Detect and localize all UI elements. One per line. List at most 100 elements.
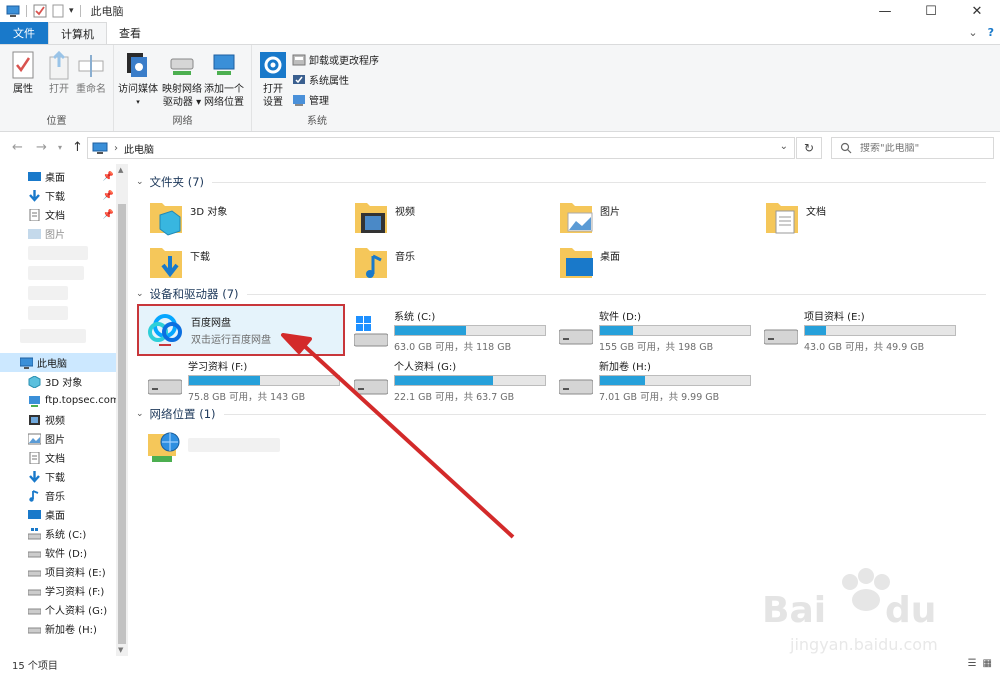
maximize-button[interactable]: ☐ [908,0,954,22]
nav-item-downloads-pc[interactable]: 下载 [0,467,116,486]
add-network-location-button[interactable]: 添加一个 网络位置 [204,49,244,109]
folder-pictures[interactable]: 图片 [558,197,620,237]
nav-item-desktop-pc[interactable]: 桌面 [0,505,116,524]
tab-file[interactable]: 文件 [0,22,48,44]
drive-f[interactable]: 学习资料 (F:) 75.8 GB 可用，共 143 GB [148,358,348,403]
nav-item-pictures[interactable]: 图片 [0,224,116,243]
breadcrumb-item[interactable]: 此电脑 [124,141,154,156]
drive-d[interactable]: 软件 (D:) 155 GB 可用，共 198 GB [559,308,759,353]
help-icon[interactable]: ? [988,26,994,39]
breadcrumb-separator-icon[interactable]: › [114,143,118,154]
refresh-button[interactable]: ↻ [796,137,822,159]
chevron-down-icon[interactable]: ⌄ [136,177,144,187]
nav-item-3d-objects[interactable]: 3D 对象 [0,372,116,391]
drive-name: 新加卷 (H:) [599,362,651,373]
drive-e[interactable]: 项目资料 (E:) 43.0 GB 可用，共 49.9 GB [764,308,964,353]
nav-item-pictures-pc[interactable]: 图片 [0,429,116,448]
folder-music[interactable]: 音乐 [353,242,415,282]
divider [212,181,986,183]
forward-arrow-icon[interactable]: → [36,140,47,155]
drive-g[interactable]: 个人资料 (G:) 22.1 GB 可用，共 63.7 GB [354,358,554,403]
drive-usage-bar [599,375,751,386]
folder-videos[interactable]: 视频 [353,197,415,237]
chevron-down-icon[interactable]: ⌄ [136,409,144,419]
folder-3d-objects[interactable]: 3D 对象 [148,197,227,237]
manage-button[interactable]: 管理 [292,92,329,107]
nav-item-drive-d[interactable]: 软件 (D:) [0,543,116,562]
drive-free-space: 155 GB 可用，共 198 GB [599,342,714,353]
tab-computer[interactable]: 计算机 [48,22,107,44]
section-network-header[interactable]: ⌄ 网络位置 (1) [136,405,986,423]
drive-h[interactable]: 新加卷 (H:) 7.01 GB 可用，共 9.99 GB [559,358,759,403]
blurred-item [28,266,84,280]
baidu-netdisk-item[interactable]: 百度网盘 双击运行百度网盘 [137,304,345,356]
address-bar[interactable]: › 此电脑 ⌄ [87,137,795,159]
nav-item-drive-h[interactable]: 新加卷 (H:) [0,619,116,638]
tab-view[interactable]: 查看 [107,22,153,44]
nav-item-this-pc[interactable]: 此电脑 [0,353,116,372]
blurred-item [28,246,88,260]
computer-icon[interactable] [6,4,20,18]
section-folders-header[interactable]: ⌄ 文件夹 (7) [136,173,986,191]
pin-icon[interactable]: 📌 [103,172,114,182]
chevron-down-icon[interactable]: ⌄ [136,289,144,299]
nav-item-ftp[interactable]: ftp.topsec.com [0,391,120,410]
ribbon-group-location: 属性 打开 重命名 位置 [0,45,114,131]
nav-item-downloads[interactable]: 下载 📌 [0,186,116,205]
nav-item-drive-g[interactable]: 个人资料 (G:) [0,600,116,619]
drive-usage-fill [395,376,493,385]
drive-free-space: 7.01 GB 可用，共 9.99 GB [599,392,720,403]
minimize-button[interactable]: — [862,0,908,22]
address-dropdown-icon[interactable]: ⌄ [780,141,788,152]
pin-icon[interactable]: 📌 [103,191,114,201]
uninstall-program-button[interactable]: 卸载或更改程序 [292,52,379,67]
search-input[interactable] [860,142,980,154]
drive-free-space: 63.0 GB 可用，共 118 GB [394,342,512,353]
close-button[interactable]: ✕ [954,0,1000,22]
properties-button[interactable]: 属性 [8,49,38,96]
folder-desktop[interactable]: 桌面 [558,242,620,282]
ribbon-right-controls: ⌄ ? [968,26,994,39]
folder-downloads[interactable]: 下载 [148,242,210,282]
section-devices-header[interactable]: ⌄ 设备和驱动器 (7) [136,285,986,303]
nav-pane-scrollbar[interactable]: ▲ ▼ [116,164,128,656]
pin-icon[interactable]: 📌 [103,210,114,220]
nav-item-desktop[interactable]: 桌面 📌 [0,167,116,186]
group-label: 位置 [46,116,67,127]
customize-toolbar-icon[interactable]: ▾ [69,6,74,16]
rename-button[interactable]: 重命名 [76,49,106,96]
up-arrow-icon[interactable]: ↑ [72,140,83,155]
properties-icon[interactable] [33,4,47,18]
scroll-up-icon[interactable]: ▲ [118,166,123,174]
group-label: 网络 [172,116,193,127]
drive-c[interactable]: 系统 (C:) 63.0 GB 可用，共 118 GB [354,308,554,353]
expand-ribbon-icon[interactable]: ⌄ [968,26,977,39]
open-button[interactable]: 打开 [44,49,74,96]
system-properties-button[interactable]: 系统属性 [292,72,349,87]
videos-icon [29,414,40,425]
drive-free-space: 43.0 GB 可用，共 49.9 GB [804,342,925,353]
settings-gear-icon [260,52,286,78]
nav-item-music[interactable]: 音乐 [0,486,116,505]
nav-item-drive-c[interactable]: 系统 (C:) [0,524,116,543]
network-location-item[interactable] [146,428,280,468]
folder-documents[interactable]: 文档 [764,197,826,237]
new-folder-icon[interactable] [51,4,65,18]
drive-usage-bar [804,325,956,336]
open-settings-button[interactable]: 打开 设置 [258,49,288,109]
nav-item-documents-pc[interactable]: 文档 [0,448,116,467]
access-media-button[interactable]: 访问媒体 ▾ [118,49,158,109]
recent-locations-icon[interactable]: ▾ [58,143,62,152]
nav-item-documents[interactable]: 文档 📌 [0,205,116,224]
nav-item-videos[interactable]: 视频 [0,410,116,429]
search-box[interactable] [831,137,994,159]
nav-item-drive-f[interactable]: 学习资料 (F:) [0,581,116,600]
scroll-down-icon[interactable]: ▼ [118,646,123,654]
baidu-jingyan-watermark-icon: Bai du jingyan.baidu.com [762,568,938,654]
large-icons-view-icon[interactable]: ▦ [983,658,992,669]
scrollbar-thumb[interactable] [118,204,126,644]
nav-item-drive-e[interactable]: 项目资料 (E:) [0,562,116,581]
back-arrow-icon[interactable]: ← [12,140,23,155]
map-network-drive-button[interactable]: 映射网络 驱动器 ▾ [162,49,202,109]
baidu-netdisk-icon [148,314,182,346]
